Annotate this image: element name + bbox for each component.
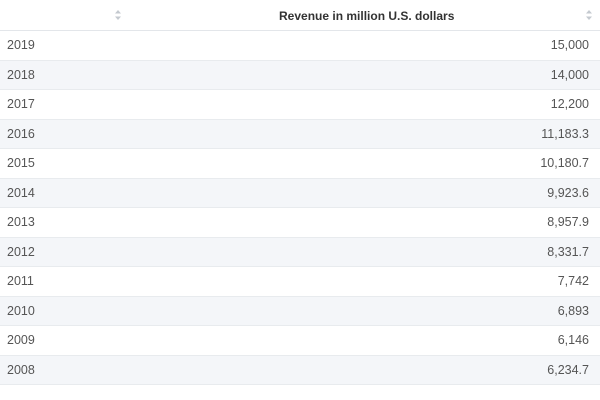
- table-row: 2013 8,957.9: [0, 208, 600, 238]
- row-year: 2013: [7, 215, 35, 230]
- row-revenue-value: 8,957.9: [547, 215, 589, 230]
- row-revenue-value: 14,000: [550, 67, 589, 82]
- table-row: 2018 14,000: [0, 60, 600, 90]
- row-revenue-value: 15,000: [550, 38, 589, 53]
- table-row: 2012 8,331.7: [0, 237, 600, 267]
- table-row: 2014 9,923.6: [0, 178, 600, 208]
- row-year: 2016: [7, 126, 35, 141]
- row-year: 2018: [7, 67, 35, 82]
- header-revenue-column[interactable]: Revenue in million U.S. dollars: [236, 0, 600, 30]
- row-year: 2011: [7, 274, 34, 289]
- header-year-column[interactable]: [0, 0, 236, 30]
- table-row: 2009 6,146: [0, 326, 600, 356]
- data-table: Revenue in million U.S. dollars 2019 15,0…: [0, 0, 600, 385]
- row-revenue-value: 10,180.7: [540, 156, 589, 171]
- sort-arrows-icon[interactable]: [585, 9, 593, 21]
- row-year: 2014: [7, 185, 35, 200]
- table-body: 2019 15,000 2018 14,000 2017 12,200 2016 11,183…: [0, 31, 600, 385]
- row-year: 2010: [7, 303, 35, 318]
- row-revenue-value: 11,183.3: [541, 126, 589, 141]
- table-row: 2017 12,200: [0, 90, 600, 120]
- row-revenue-value: 6,893: [557, 303, 589, 318]
- row-year: 2012: [7, 244, 35, 259]
- table-row: 2019 15,000: [0, 31, 600, 61]
- sort-arrows-icon[interactable]: [114, 9, 122, 21]
- header-revenue-label: Revenue in million U.S. dollars: [279, 9, 455, 23]
- table-row: 2015 10,180.7: [0, 149, 600, 179]
- row-revenue-value: 6,234.7: [547, 362, 589, 377]
- row-year: 2009: [7, 333, 35, 348]
- row-revenue-value: 7,742: [557, 274, 589, 289]
- table-row: 2016 11,183.3: [0, 119, 600, 149]
- table-row: 2010 6,893: [0, 296, 600, 326]
- row-revenue-value: 6,146: [557, 333, 589, 348]
- row-year: 2017: [7, 97, 35, 112]
- row-revenue-value: 8,331.7: [547, 244, 589, 259]
- table-row: 2011 7,742: [0, 267, 600, 297]
- row-revenue-value: 12,200: [550, 97, 589, 112]
- row-year: 2015: [7, 156, 35, 171]
- row-year: 2008: [7, 362, 35, 377]
- table-header: Revenue in million U.S. dollars: [0, 0, 600, 31]
- row-revenue-value: 9,923.6: [547, 185, 589, 200]
- row-year: 2019: [7, 38, 35, 53]
- table-row: 2008 6,234.7: [0, 355, 600, 385]
